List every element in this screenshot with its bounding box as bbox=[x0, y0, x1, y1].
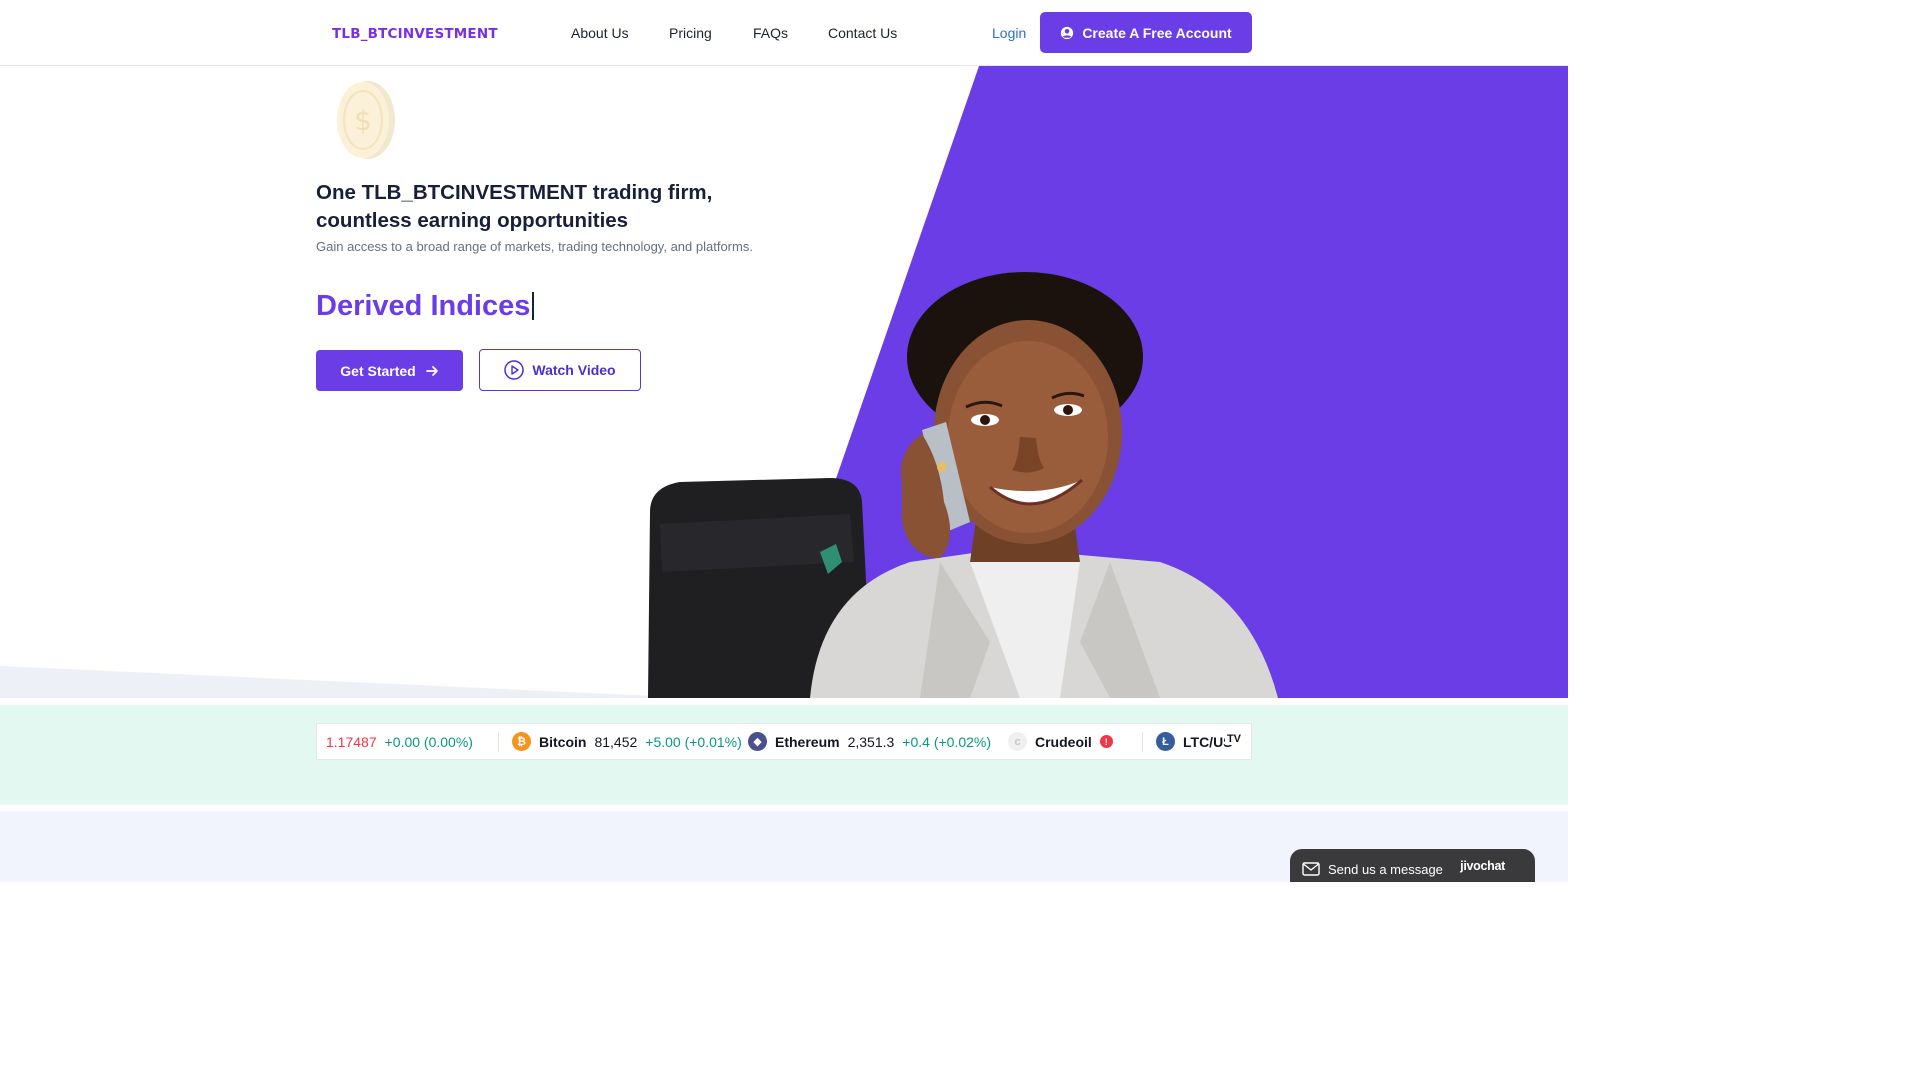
create-account-label: Create A Free Account bbox=[1082, 24, 1232, 41]
watch-video-label: Watch Video bbox=[532, 362, 616, 378]
ticker-change: +0.00 (0.00%) bbox=[384, 733, 473, 750]
headline-line-2: countless earning opportunities bbox=[316, 209, 629, 232]
ticker-divider bbox=[498, 732, 499, 752]
typed-word: Derived Indices bbox=[316, 290, 531, 322]
ticker-item[interactable]: c Crudeoil ! bbox=[1008, 724, 1113, 759]
litecoin-icon: Ł bbox=[1156, 732, 1175, 751]
typing-caret bbox=[532, 292, 535, 320]
crudeoil-icon: c bbox=[1008, 732, 1027, 751]
coin-image: $ bbox=[337, 81, 395, 159]
ticker-symbol: Ethereum bbox=[775, 733, 840, 750]
create-account-button[interactable]: Create A Free Account bbox=[1040, 12, 1252, 53]
nav-pricing[interactable]: Pricing bbox=[669, 25, 712, 41]
svg-text:$: $ bbox=[354, 104, 372, 137]
ticker-change: +5.00 (+0.01%) bbox=[645, 733, 742, 750]
hero-subheadline: Gain access to a broad range of markets,… bbox=[316, 239, 753, 254]
warning-icon: ! bbox=[1099, 735, 1113, 748]
nav-faqs[interactable]: FAQs bbox=[753, 25, 788, 41]
ticker-symbol: Bitcoin bbox=[539, 733, 587, 750]
market-ticker[interactable]: 1.17487 +0.00 (0.00%) ₿ Bitcoin 81,452 +… bbox=[316, 723, 1252, 760]
get-started-button[interactable]: Get Started bbox=[316, 350, 463, 391]
chat-widget[interactable]: Send us a message jivochat bbox=[1290, 849, 1535, 882]
typed-market-text: Derived Indices bbox=[316, 290, 535, 323]
ticker-symbol: Crudeoil bbox=[1035, 733, 1092, 750]
ticker-item[interactable]: Ł LTC/US bbox=[1156, 724, 1233, 759]
brand-logo[interactable]: TLB_BTCINVESTMENT bbox=[332, 26, 498, 42]
ticker-item[interactable]: 1.17487 +0.00 (0.00%) bbox=[326, 724, 473, 759]
nav-contact-us[interactable]: Contact Us bbox=[828, 25, 897, 41]
nav-about-us[interactable]: About Us bbox=[571, 25, 629, 41]
hero-headline: One TLB_BTCINVESTMENT trading firm, coun… bbox=[316, 179, 756, 235]
watch-video-button[interactable]: Watch Video bbox=[479, 349, 641, 391]
ethereum-icon: ◆ bbox=[748, 732, 767, 751]
page: TLB_BTCINVESTMENT About Us Pricing FAQs … bbox=[0, 0, 1568, 882]
ticker-price: 2,351.3 bbox=[847, 733, 895, 750]
site-header: TLB_BTCINVESTMENT About Us Pricing FAQs … bbox=[0, 0, 1568, 66]
ticker-divider bbox=[1142, 732, 1143, 752]
login-link[interactable]: Login bbox=[992, 25, 1026, 41]
ticker-price: 1.17487 bbox=[326, 733, 377, 750]
bitcoin-icon: ₿ bbox=[512, 732, 531, 751]
tradingview-logo[interactable]: TV bbox=[1224, 733, 1243, 745]
ticker-change: +0.4 (+0.02%) bbox=[902, 733, 992, 750]
get-started-label: Get Started bbox=[340, 362, 416, 379]
ticker-item[interactable]: ◆ Ethereum 2,351.3 +0.4 (+0.02%) bbox=[748, 724, 991, 759]
user-circle-icon bbox=[1061, 26, 1074, 39]
chat-label: Send us a message bbox=[1328, 861, 1443, 877]
ticker-item[interactable]: ₿ Bitcoin 81,452 +5.00 (+0.01%) bbox=[512, 724, 742, 759]
mail-icon bbox=[1302, 862, 1320, 876]
headline-line-1: One TLB_BTCINVESTMENT trading firm, bbox=[316, 181, 713, 204]
chat-brand: jivochat bbox=[1460, 859, 1505, 873]
ticker-price: 81,452 bbox=[594, 733, 638, 750]
hero-woman-image bbox=[648, 272, 1278, 698]
play-circle-icon bbox=[504, 360, 525, 380]
arrow-right-icon bbox=[425, 365, 438, 376]
